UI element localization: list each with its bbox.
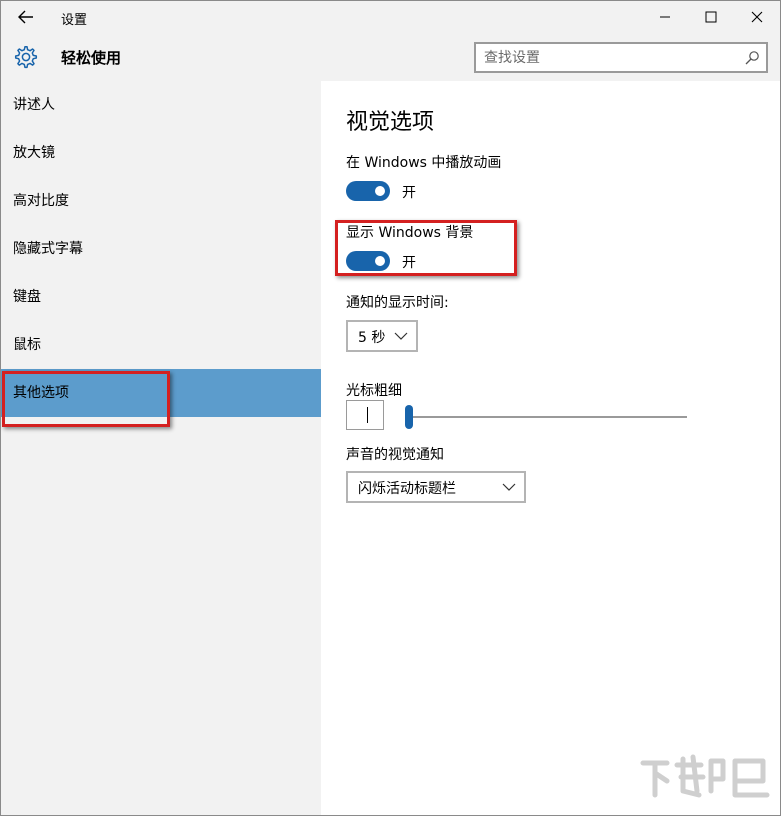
close-button[interactable] xyxy=(734,1,780,33)
window-title: 设置 xyxy=(61,13,88,28)
back-arrow-icon xyxy=(18,10,33,24)
notification-label: 通知的显示时间: xyxy=(346,295,449,311)
gear-icon xyxy=(14,45,38,69)
animations-label: 在 Windows 中播放动画 xyxy=(346,155,502,171)
maximize-button[interactable] xyxy=(688,1,734,33)
page-title: 轻松使用 xyxy=(61,49,122,67)
main-content: 视觉选项 在 Windows 中播放动画 开 显示 Windows 背景 开 通… xyxy=(321,81,780,815)
sidebar-item-label: 讲述人 xyxy=(13,97,55,113)
cursor-thickness-label: 光标粗细 xyxy=(346,383,402,399)
sidebar: 讲述人 放大镜 高对比度 隐藏式字幕 键盘 鼠标 其他选项 xyxy=(1,81,321,815)
highlight-box xyxy=(335,220,517,276)
visual-notification-label: 声音的视觉通知 xyxy=(346,447,444,463)
sidebar-item-narrator[interactable]: 讲述人 xyxy=(1,81,321,129)
back-button[interactable] xyxy=(11,5,41,29)
sidebar-item-label: 高对比度 xyxy=(13,193,69,209)
sidebar-item-label: 放大镜 xyxy=(13,145,55,161)
cursor-preview xyxy=(346,400,384,430)
notification-duration-dropdown[interactable]: 5 秒 xyxy=(346,320,418,352)
search-icon[interactable] xyxy=(744,50,760,66)
maximize-icon xyxy=(705,11,717,23)
section-title: 视觉选项 xyxy=(346,110,435,135)
sidebar-item-label: 隐藏式字幕 xyxy=(13,241,83,257)
settings-window: 设置 轻松使用 讲述人 放大镜 高对比度 隐藏式字幕 键盘 鼠标 xyxy=(0,0,781,816)
chevron-down-icon xyxy=(502,483,516,491)
animations-state: 开 xyxy=(402,185,416,201)
text-cursor-icon xyxy=(367,407,368,423)
sidebar-item-mouse[interactable]: 鼠标 xyxy=(1,321,321,369)
sidebar-item-label: 鼠标 xyxy=(13,337,41,353)
dropdown-value: 5 秒 xyxy=(358,330,386,346)
sidebar-item-keyboard[interactable]: 键盘 xyxy=(1,273,321,321)
search-box[interactable] xyxy=(474,42,768,73)
sidebar-item-magnifier[interactable]: 放大镜 xyxy=(1,129,321,177)
toggle-knob xyxy=(375,186,385,196)
slider-thumb[interactable] xyxy=(405,405,413,429)
minimize-icon xyxy=(660,16,670,18)
cursor-thickness-slider[interactable] xyxy=(407,416,687,418)
dropdown-value: 闪烁活动标题栏 xyxy=(358,481,456,497)
minimize-button[interactable] xyxy=(642,1,688,33)
chevron-down-icon xyxy=(394,332,408,340)
highlight-box xyxy=(2,371,170,427)
title-bar: 设置 xyxy=(1,1,780,33)
sidebar-item-high-contrast[interactable]: 高对比度 xyxy=(1,177,321,225)
animations-toggle[interactable] xyxy=(346,181,390,201)
watermark-logo xyxy=(640,754,770,798)
visual-notification-dropdown[interactable]: 闪烁活动标题栏 xyxy=(346,471,526,503)
sidebar-item-closed-captions[interactable]: 隐藏式字幕 xyxy=(1,225,321,273)
sidebar-item-label: 键盘 xyxy=(13,289,41,305)
page-header: 轻松使用 xyxy=(1,33,780,81)
close-icon xyxy=(751,11,763,23)
search-input[interactable] xyxy=(484,48,734,68)
